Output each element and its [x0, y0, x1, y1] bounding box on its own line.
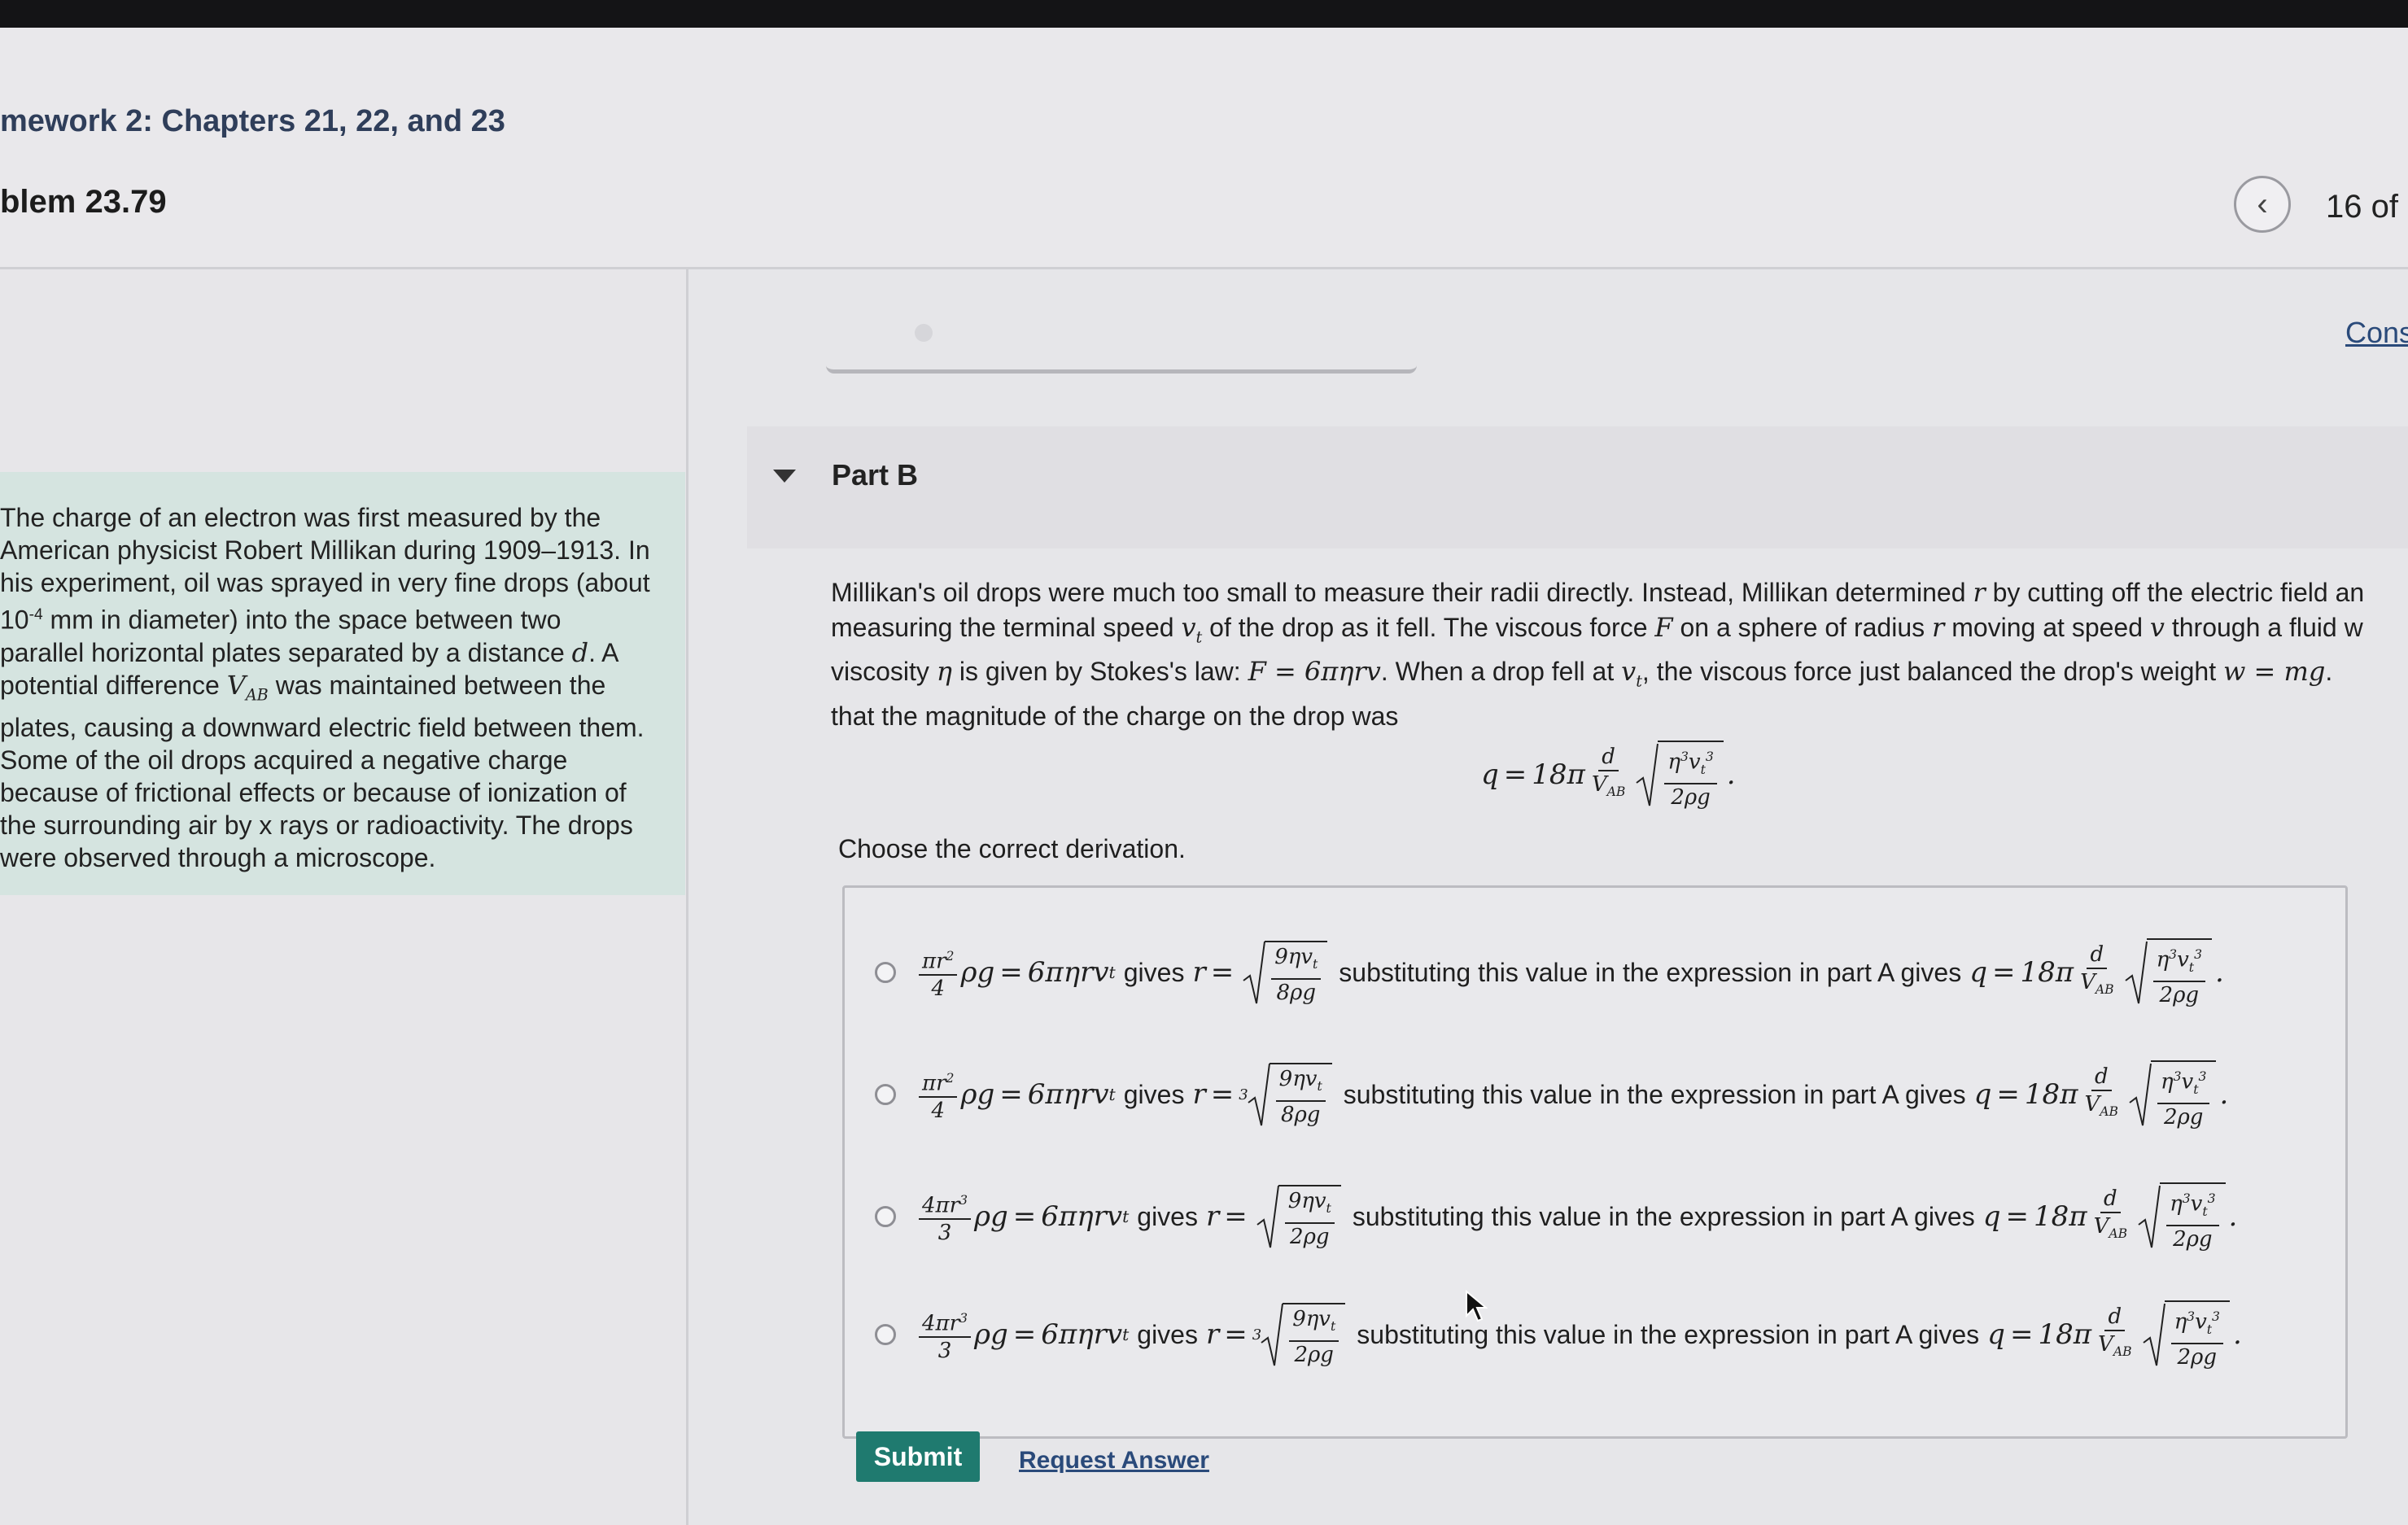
- charge-formula: q = 18π d VAB η3vt3 2ρg.: [1481, 741, 1736, 809]
- radio-button[interactable]: [875, 1206, 896, 1227]
- chevron-left-icon: ‹: [2257, 186, 2268, 222]
- radio-button[interactable]: [875, 962, 896, 983]
- column-divider: [686, 269, 688, 1525]
- page-count: 16 of 2: [2326, 189, 2408, 225]
- previous-problem-button[interactable]: ‹: [2234, 176, 2291, 233]
- part-b-title[interactable]: Part B: [832, 458, 918, 492]
- problem-title: blem 23.79: [0, 184, 167, 220]
- breadcrumb[interactable]: mework 2: Chapters 21, 22, and 23: [0, 104, 505, 139]
- radio-button[interactable]: [875, 1324, 896, 1345]
- radio-button[interactable]: [875, 1084, 896, 1105]
- submit-button[interactable]: Submit: [856, 1431, 980, 1482]
- problem-intro: The charge of an electron was first meas…: [0, 472, 685, 895]
- question-text: Millikan's oil drops were much too small…: [831, 577, 2365, 731]
- answer-option-1[interactable]: πr2 4 ρg = 6πηrv t gives r = 9ηvt 8ρg substituti…: [875, 928, 2224, 1017]
- answer-option-4[interactable]: 4πr3 3 ρg = 6πηrv t gives r = 3 9ηvt 2ρg substitu…: [875, 1290, 2242, 1379]
- progress-bar: [826, 356, 1417, 374]
- mouse-cursor-icon: [1466, 1290, 1488, 1322]
- answer-option-2[interactable]: πr2 4 ρg = 6πηrv t gives r = 3 9ηvt 8ρg substitut…: [875, 1050, 2228, 1139]
- answer-option-3[interactable]: 4πr3 3 ρg = 6πηrv t gives r = 9ηvt 2ρg substitut…: [875, 1172, 2237, 1261]
- top-bar: [0, 0, 2408, 28]
- header: [0, 28, 2408, 267]
- collapse-caret-icon[interactable]: [773, 470, 796, 483]
- request-answer-link[interactable]: Request Answer: [1019, 1447, 1209, 1475]
- progress-marker: [915, 324, 933, 342]
- instruction-text: Choose the correct derivation.: [838, 834, 1186, 863]
- constants-link[interactable]: Cons: [2345, 316, 2408, 350]
- part-b-header: [747, 426, 2408, 548]
